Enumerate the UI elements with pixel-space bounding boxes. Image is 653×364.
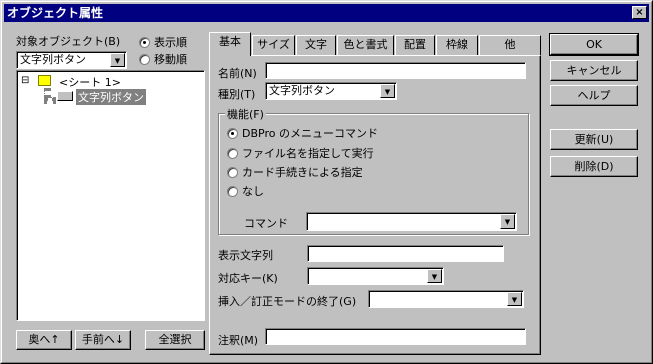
type-dropdown-button[interactable]: ▼ <box>380 84 395 98</box>
key-select[interactable]: ▼ <box>307 267 444 285</box>
tab-other[interactable]: 他 <box>479 35 541 55</box>
key-label: 対応キー(K) <box>218 272 278 285</box>
order-display-radio[interactable]: 表示順 <box>139 34 187 50</box>
chevron-down-icon: ▼ <box>431 273 438 281</box>
function-option-label: DBPro のメニューコマンド <box>242 127 378 140</box>
function-option-run-file[interactable]: ファイル名を指定して実行 <box>227 145 374 161</box>
tab-border[interactable]: 枠線 <box>436 35 478 55</box>
chevron-down-icon: ▼ <box>511 296 518 304</box>
radio-checked-icon <box>139 37 150 48</box>
button-object-icon <box>57 91 73 101</box>
radio-unchecked-icon <box>227 148 238 159</box>
target-object-combo[interactable]: 文字列ボタン ▼ <box>16 51 127 69</box>
target-object-label: 対象オブジェクト(B) <box>16 35 121 48</box>
delete-button[interactable]: 削除(D) <box>550 156 638 177</box>
tab-text[interactable]: 文字 <box>296 35 336 55</box>
close-button[interactable]: × <box>632 6 647 19</box>
function-option-label: カード手続きによる指定 <box>242 166 363 179</box>
object-tree[interactable]: ⊟ <シート 1> 文字列ボタン <box>16 70 205 321</box>
function-option-card-procedure[interactable]: カード手続きによる指定 <box>227 164 363 180</box>
cancel-button[interactable]: キャンセル <box>550 60 638 81</box>
tab-size[interactable]: サイズ <box>252 35 295 55</box>
tab-basic[interactable]: 基本 <box>209 32 251 56</box>
close-icon: × <box>635 7 644 18</box>
function-option-menu-command[interactable]: DBPro のメニューコマンド <box>227 125 378 141</box>
key-dropdown-button[interactable]: ▼ <box>427 269 442 283</box>
tab-alignment[interactable]: 配置 <box>395 35 435 55</box>
name-label: 名前(N) <box>218 67 257 80</box>
command-dropdown-button[interactable]: ▼ <box>500 214 515 229</box>
title-bar: オブジェクト属性 × <box>4 4 649 22</box>
dropdown-arrow-button[interactable]: ▼ <box>110 53 125 67</box>
note-input[interactable] <box>265 328 526 345</box>
select-all-button[interactable]: 全選択 <box>145 330 205 350</box>
tree-connector <box>44 97 56 101</box>
chevron-down-icon: ▼ <box>504 218 511 226</box>
chevron-down-icon: ▼ <box>114 57 121 65</box>
send-back-button[interactable]: 奥へ↑ <box>16 330 72 350</box>
type-value: 文字列ボタン <box>269 84 335 97</box>
ok-button[interactable]: OK <box>549 33 639 56</box>
insert-end-dropdown-button[interactable]: ▼ <box>507 292 522 306</box>
order-display-label: 表示順 <box>154 36 187 49</box>
command-label: コマンド <box>244 217 288 230</box>
radio-unchecked-icon <box>139 54 150 65</box>
insert-end-select[interactable]: ▼ <box>368 290 524 308</box>
tree-collapse-icon[interactable]: ⊟ <box>21 75 29 86</box>
tab-color-format[interactable]: 色と書式 <box>337 35 394 55</box>
command-select[interactable]: ▼ <box>306 212 517 231</box>
tree-node-sheet[interactable]: <シート 1> <box>59 74 121 90</box>
chevron-down-icon: ▼ <box>384 88 391 96</box>
radio-unchecked-icon <box>227 186 238 197</box>
type-select[interactable]: 文字列ボタン ▼ <box>265 82 397 100</box>
display-text-input[interactable] <box>307 245 504 262</box>
function-option-label: なし <box>242 185 264 198</box>
help-button[interactable]: ヘルプ <box>550 85 638 106</box>
sheet-icon <box>38 75 51 86</box>
radio-unchecked-icon <box>227 167 238 178</box>
display-text-label: 表示文字列 <box>218 249 273 262</box>
name-input[interactable] <box>265 62 526 79</box>
tree-node-string-button[interactable]: 文字列ボタン <box>76 89 146 105</box>
radio-checked-icon <box>227 128 238 139</box>
function-option-label: ファイル名を指定して実行 <box>242 147 374 160</box>
insert-end-label: 挿入／訂正モードの終了(G) <box>218 295 357 308</box>
window-title: オブジェクト属性 <box>7 6 104 20</box>
update-button[interactable]: 更新(U) <box>550 129 638 150</box>
order-move-label: 移動順 <box>154 53 187 66</box>
bring-front-button[interactable]: 手前へ↓ <box>75 330 131 350</box>
target-object-value: 文字列ボタン <box>20 53 86 66</box>
function-option-none[interactable]: なし <box>227 183 264 199</box>
object-properties-dialog: オブジェクト属性 × 対象オブジェクト(B) 表示順 移動順 文字列ボタン ▼ … <box>0 0 653 364</box>
function-group-label: 機能(F) <box>225 106 266 122</box>
type-label: 種別(T) <box>218 88 256 101</box>
order-move-radio[interactable]: 移動順 <box>139 51 187 67</box>
note-label: 注釈(M) <box>218 334 259 347</box>
